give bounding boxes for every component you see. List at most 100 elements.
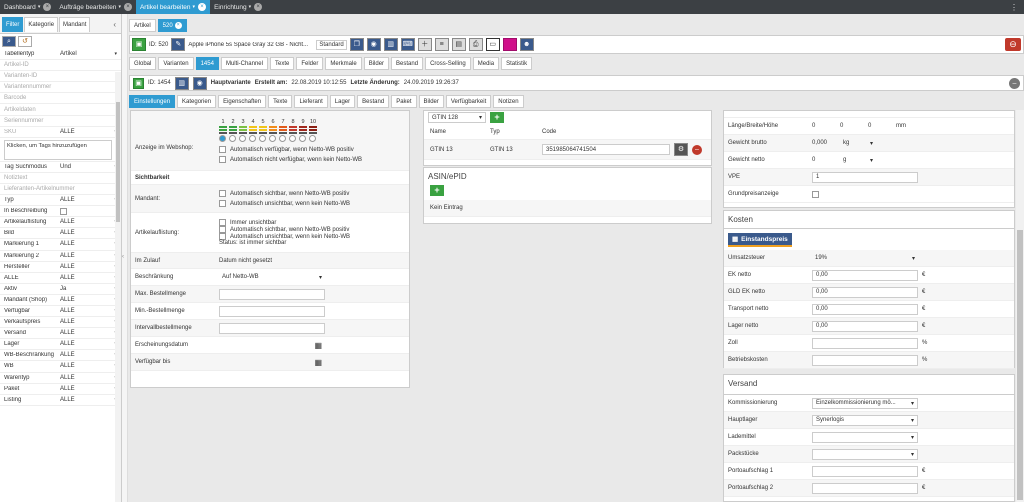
filter-row[interactable]: WarentypALLE▾ bbox=[0, 373, 121, 384]
filter-select[interactable]: ALLE▾ bbox=[60, 341, 117, 347]
tab-variant-1[interactable]: Kategorien bbox=[177, 95, 217, 108]
chevron-down-icon[interactable]: ▾ bbox=[193, 4, 196, 10]
scrollbar[interactable] bbox=[115, 72, 121, 502]
filter-select[interactable]: ALLE▾ bbox=[60, 363, 117, 369]
remove-variant-icon[interactable]: – bbox=[1009, 77, 1020, 89]
filter-row[interactable]: BildALLE▾ bbox=[0, 228, 121, 240]
filter-row[interactable]: In Beschreibung bbox=[0, 206, 121, 218]
filter-select[interactable]: Ja▾ bbox=[60, 286, 117, 292]
barcode-code-input[interactable]: 351985064741504 bbox=[542, 144, 670, 155]
delete-icon[interactable]: ⊖ bbox=[1005, 38, 1021, 51]
filter-select[interactable]: ALLE▾ bbox=[60, 241, 117, 247]
filter-select[interactable]: ALLE▾ bbox=[60, 375, 117, 381]
checkbox[interactable] bbox=[219, 226, 226, 233]
drag-handle-icon[interactable]: ‹ bbox=[122, 254, 124, 260]
hoehe-input[interactable]: 0 bbox=[868, 123, 896, 129]
field-input[interactable]: 0,00 bbox=[812, 303, 918, 315]
tab-section-0[interactable]: Global bbox=[129, 57, 157, 70]
vpe-input[interactable]: 1 bbox=[812, 171, 918, 183]
tab-variant-0[interactable]: Einstellungen bbox=[129, 95, 176, 108]
radio[interactable] bbox=[259, 135, 266, 142]
tab-artikel-bearbeiten[interactable]: Artikel bearbeiten ▾ × bbox=[135, 0, 211, 14]
chevron-down-icon[interactable]: ▾ bbox=[118, 4, 121, 10]
close-icon[interactable]: × bbox=[198, 3, 207, 11]
filter-row[interactable]: VerfügbarALLE▾ bbox=[0, 306, 121, 318]
filter-select[interactable]: ALLE▾ bbox=[60, 297, 117, 303]
field-input[interactable] bbox=[812, 465, 918, 477]
remove-barcode-icon[interactable]: – bbox=[692, 144, 702, 155]
filter-variantennummer[interactable]: Variantennummer bbox=[0, 82, 121, 94]
filter-select[interactable]: ALLE▾ bbox=[60, 253, 117, 259]
filter-row[interactable]: HerstellerALLE▾ bbox=[0, 262, 121, 273]
radio[interactable] bbox=[299, 135, 306, 142]
tab-artikel[interactable]: Artikel bbox=[129, 19, 156, 32]
radio[interactable] bbox=[289, 135, 296, 142]
filter-sku[interactable]: SKUALLE▾ bbox=[0, 127, 121, 138]
tab-einrichtung[interactable]: Einrichtung ▾ × bbox=[210, 0, 266, 14]
radio[interactable] bbox=[219, 135, 226, 142]
add-asin-button[interactable]: + bbox=[430, 185, 444, 196]
filter-select[interactable]: ALLE▾ bbox=[60, 264, 117, 270]
einstandspreis-badge[interactable]: ▦ Einstandspreis bbox=[728, 233, 792, 247]
filter-lieferant-artikelnummer[interactable]: Lieferanten-Artikelnummer bbox=[0, 184, 121, 196]
save-variant-icon[interactable]: ▣ bbox=[133, 77, 144, 89]
tags-input[interactable]: Klicken, um Tags hinzuzufügen bbox=[4, 139, 112, 160]
add-list-icon[interactable]: ≡ bbox=[434, 38, 449, 51]
netto-input[interactable]: 0 bbox=[812, 157, 840, 163]
checkbox[interactable] bbox=[219, 200, 226, 207]
filter-select[interactable]: ALLE▾ bbox=[60, 219, 117, 225]
chevron-down-icon[interactable]: ▾ bbox=[38, 4, 41, 10]
tab-variant-10[interactable]: Notizen bbox=[493, 95, 524, 108]
field-input[interactable]: 0,00 bbox=[812, 286, 918, 298]
search-icon[interactable]: ⌕ bbox=[2, 36, 16, 47]
close-icon[interactable]: × bbox=[123, 3, 132, 11]
filter-select[interactable]: ALLE▾ bbox=[60, 308, 117, 314]
close-icon[interactable]: × bbox=[43, 3, 52, 11]
tab-section-4[interactable]: Texte bbox=[269, 57, 295, 70]
window-icon[interactable]: ▭ bbox=[485, 38, 500, 51]
availability-level[interactable]: 7 bbox=[279, 119, 287, 142]
checkbox[interactable] bbox=[219, 190, 226, 197]
availability-level[interactable]: 9 bbox=[299, 119, 307, 142]
checkbox[interactable] bbox=[219, 219, 226, 226]
beschraenkung-select[interactable]: Auf Netto-WB ▾ bbox=[219, 271, 325, 283]
field-input[interactable] bbox=[812, 337, 918, 349]
reset-icon[interactable]: ↺ bbox=[18, 36, 32, 47]
filter-row[interactable]: Markierung 1ALLE▾ bbox=[0, 239, 121, 251]
close-icon[interactable]: × bbox=[254, 3, 263, 11]
field-input[interactable]: ▾ bbox=[812, 448, 918, 460]
field-input[interactable] bbox=[812, 482, 918, 494]
field-input[interactable] bbox=[812, 354, 918, 366]
radio[interactable] bbox=[269, 135, 276, 142]
tab-section-5[interactable]: Felder bbox=[296, 57, 324, 70]
save-icon[interactable]: ▣ bbox=[132, 38, 146, 51]
tab-section-7[interactable]: Bilder bbox=[363, 57, 390, 70]
filter-row[interactable]: ListingALLE▾ bbox=[0, 395, 121, 406]
close-icon[interactable]: × bbox=[174, 22, 182, 29]
filter-row[interactable]: LagerALLE▾ bbox=[0, 339, 121, 351]
tab-variant-9[interactable]: Verfügbarkeit bbox=[445, 95, 492, 108]
filter-row[interactable]: WBALLE▾ bbox=[0, 361, 121, 373]
tab-section-3[interactable]: Multi-Channel bbox=[220, 57, 268, 70]
availability-level[interactable]: 4 bbox=[249, 119, 257, 142]
field-input[interactable]: Synerlogis ▾ bbox=[812, 414, 918, 426]
filter-row[interactable]: WB-BeschränkungALLE▾ bbox=[0, 350, 121, 362]
document-icon[interactable]: ▤ bbox=[451, 38, 466, 51]
checkbox[interactable] bbox=[812, 190, 819, 198]
availability-level[interactable]: 2 bbox=[229, 119, 237, 142]
field-input[interactable]: ▾ bbox=[812, 431, 918, 443]
verfbis-input[interactable]: ▦ bbox=[219, 357, 325, 368]
filter-row[interactable]: ArtikelauflistungALLE▾ bbox=[0, 217, 121, 229]
collapse-icon[interactable]: ‹ bbox=[113, 20, 119, 29]
radio[interactable] bbox=[229, 135, 236, 142]
filter-row[interactable]: AktivJa▾ bbox=[0, 284, 121, 295]
filter-select[interactable]: ALLE▾ bbox=[60, 386, 117, 392]
availability-level[interactable]: 10 bbox=[309, 119, 317, 142]
radio[interactable] bbox=[279, 135, 286, 142]
maxbest-input[interactable] bbox=[219, 288, 325, 300]
field-input[interactable]: Einzelkommissionierung mö... ▾ bbox=[812, 397, 918, 409]
filter-varianten-id[interactable]: Varianten-ID bbox=[0, 71, 121, 83]
tab-variant-7[interactable]: Paket bbox=[391, 95, 417, 108]
checkbox[interactable] bbox=[219, 146, 226, 153]
print-icon[interactable]: ⎙ bbox=[468, 38, 483, 51]
